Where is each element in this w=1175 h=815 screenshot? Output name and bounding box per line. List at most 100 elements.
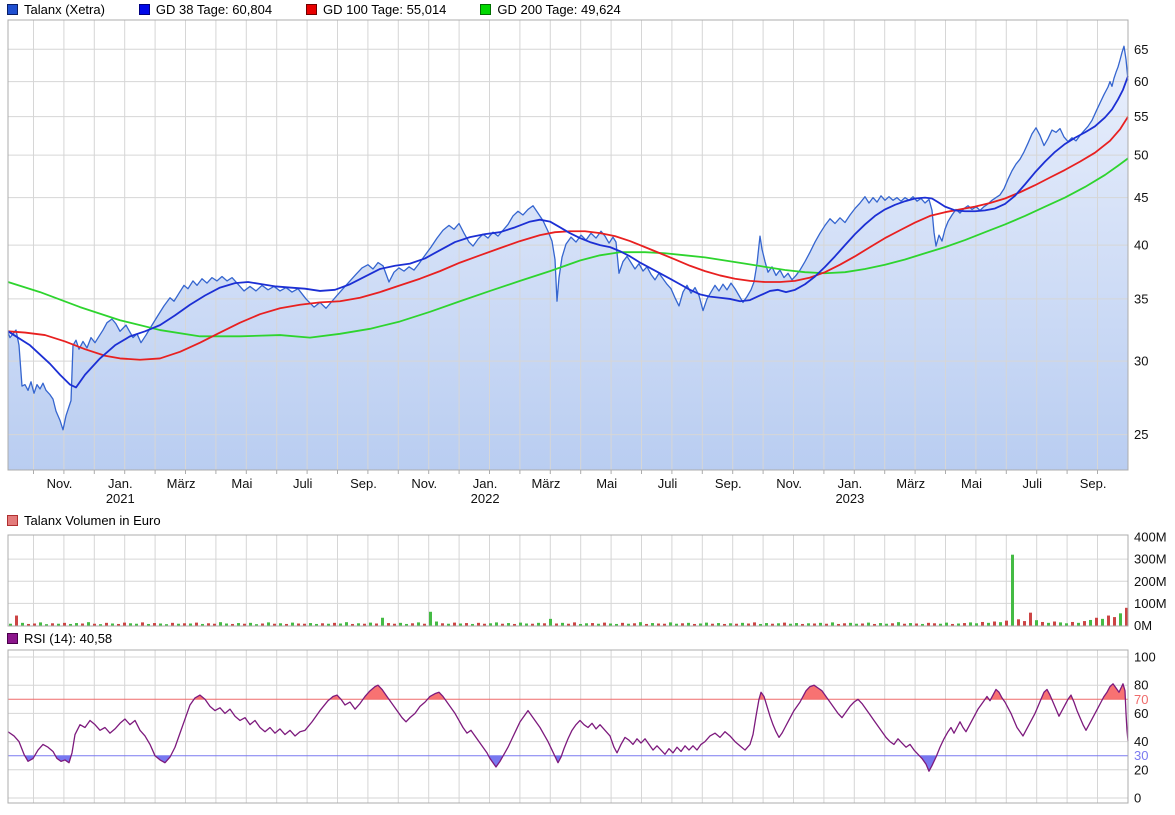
volume-bar — [759, 624, 762, 626]
volume-bar — [495, 622, 498, 625]
legend-item-rsi: RSI (14): 40,58 — [7, 631, 112, 646]
volume-bar — [189, 624, 192, 626]
volume-bar — [195, 623, 198, 626]
volume-bar — [1035, 620, 1038, 625]
volume-bar — [405, 624, 408, 626]
volume-pane[interactable] — [8, 535, 1128, 626]
svg-text:30: 30 — [1134, 354, 1148, 369]
volume-bar — [597, 624, 600, 626]
volume-bar — [249, 623, 252, 626]
volume-bar — [477, 623, 480, 626]
svg-text:Jan.: Jan. — [108, 476, 133, 491]
volume-bar — [891, 623, 894, 625]
svg-text:60: 60 — [1134, 74, 1148, 89]
volume-bar — [663, 624, 666, 626]
volume-bar — [447, 624, 450, 626]
svg-text:100: 100 — [1134, 650, 1156, 665]
volume-bar — [963, 623, 966, 625]
svg-text:300M: 300M — [1134, 552, 1167, 567]
svg-text:0M: 0M — [1134, 618, 1152, 633]
volume-bar — [1029, 613, 1032, 626]
volume-bar — [525, 624, 528, 626]
volume-bar — [783, 623, 786, 626]
volume-bar — [843, 623, 846, 625]
volume-bar — [765, 623, 768, 625]
volume-bar — [297, 624, 300, 626]
svg-text:Juli: Juli — [293, 476, 313, 491]
volume-bar — [345, 622, 348, 625]
volume-bar — [819, 623, 822, 626]
volume-bar — [255, 624, 258, 625]
volume-bar — [573, 622, 576, 625]
volume-bar — [591, 623, 594, 625]
volume-bar — [753, 622, 756, 625]
volume-bar — [117, 624, 120, 626]
gd200-swatch-icon — [480, 4, 491, 15]
volume-bar — [357, 623, 360, 625]
volume-bar — [951, 624, 954, 626]
volume-bar — [1011, 555, 1014, 626]
svg-text:2022: 2022 — [471, 491, 500, 506]
svg-text:55: 55 — [1134, 109, 1148, 124]
svg-text:Jan.: Jan. — [838, 476, 863, 491]
rsi-pane[interactable] — [8, 650, 1128, 803]
volume-bar — [927, 623, 930, 626]
svg-text:0: 0 — [1134, 791, 1141, 806]
volume-bar — [285, 624, 288, 626]
volume-bar — [21, 623, 24, 626]
volume-bar — [225, 624, 228, 626]
volume-bar — [243, 624, 246, 626]
volume-bar — [507, 623, 510, 625]
stock-chart[interactable]: 253035404550556065Nov.Jan.2021MärzMaiJul… — [0, 0, 1175, 815]
volume-bar — [273, 624, 276, 626]
volume-bar — [279, 623, 282, 625]
volume-bar — [45, 624, 48, 625]
volume-bar — [1119, 613, 1122, 625]
volume-bar — [1107, 616, 1110, 626]
volume-bar — [693, 624, 696, 626]
volume-bar — [231, 624, 234, 626]
legend-item-gd100: GD 100 Tage: 55,014 — [306, 2, 446, 17]
price-pane[interactable] — [8, 20, 1128, 474]
volume-bar — [513, 624, 516, 626]
svg-text:Juli: Juli — [1023, 476, 1043, 491]
volume-bar — [531, 624, 534, 626]
volume-bar — [123, 623, 126, 626]
volume-bar — [771, 624, 774, 626]
svg-text:400M: 400M — [1134, 530, 1167, 545]
volume-bar — [393, 624, 396, 626]
svg-text:60: 60 — [1134, 706, 1148, 721]
legend-label-gd38: GD 38 Tage: 60,804 — [156, 2, 272, 17]
svg-text:Jan.: Jan. — [473, 476, 498, 491]
svg-text:Sep.: Sep. — [350, 476, 377, 491]
volume-legend: Talanx Volumen in Euro — [7, 513, 189, 528]
volume-bar — [519, 623, 522, 626]
gd38-swatch-icon — [139, 4, 150, 15]
volume-bar — [39, 622, 42, 625]
volume-bar — [981, 622, 984, 626]
volume-bar — [579, 624, 582, 626]
volume-bar — [201, 624, 204, 626]
volume-bar — [645, 624, 648, 626]
volume-bar — [213, 624, 216, 626]
volume-bar — [1017, 619, 1020, 625]
svg-text:Sep.: Sep. — [1080, 476, 1107, 491]
volume-bar — [795, 623, 798, 625]
volume-bar — [171, 623, 174, 626]
volume-bar — [471, 624, 474, 626]
volume-bar — [309, 623, 312, 625]
volume-bar — [411, 623, 414, 625]
svg-text:50: 50 — [1134, 148, 1148, 163]
legend-item-talanx: Talanx (Xetra) — [7, 2, 105, 17]
volume-bar — [555, 624, 558, 626]
svg-text:25: 25 — [1134, 427, 1148, 442]
volume-bar — [855, 624, 858, 626]
volume-bar — [489, 623, 492, 625]
volume-bar — [261, 624, 264, 626]
volume-bar — [51, 623, 54, 625]
volume-bar — [327, 624, 330, 626]
volume-bar — [861, 624, 864, 626]
talanx-swatch-icon — [7, 4, 18, 15]
volume-bar — [147, 624, 150, 626]
svg-text:März: März — [896, 476, 925, 491]
